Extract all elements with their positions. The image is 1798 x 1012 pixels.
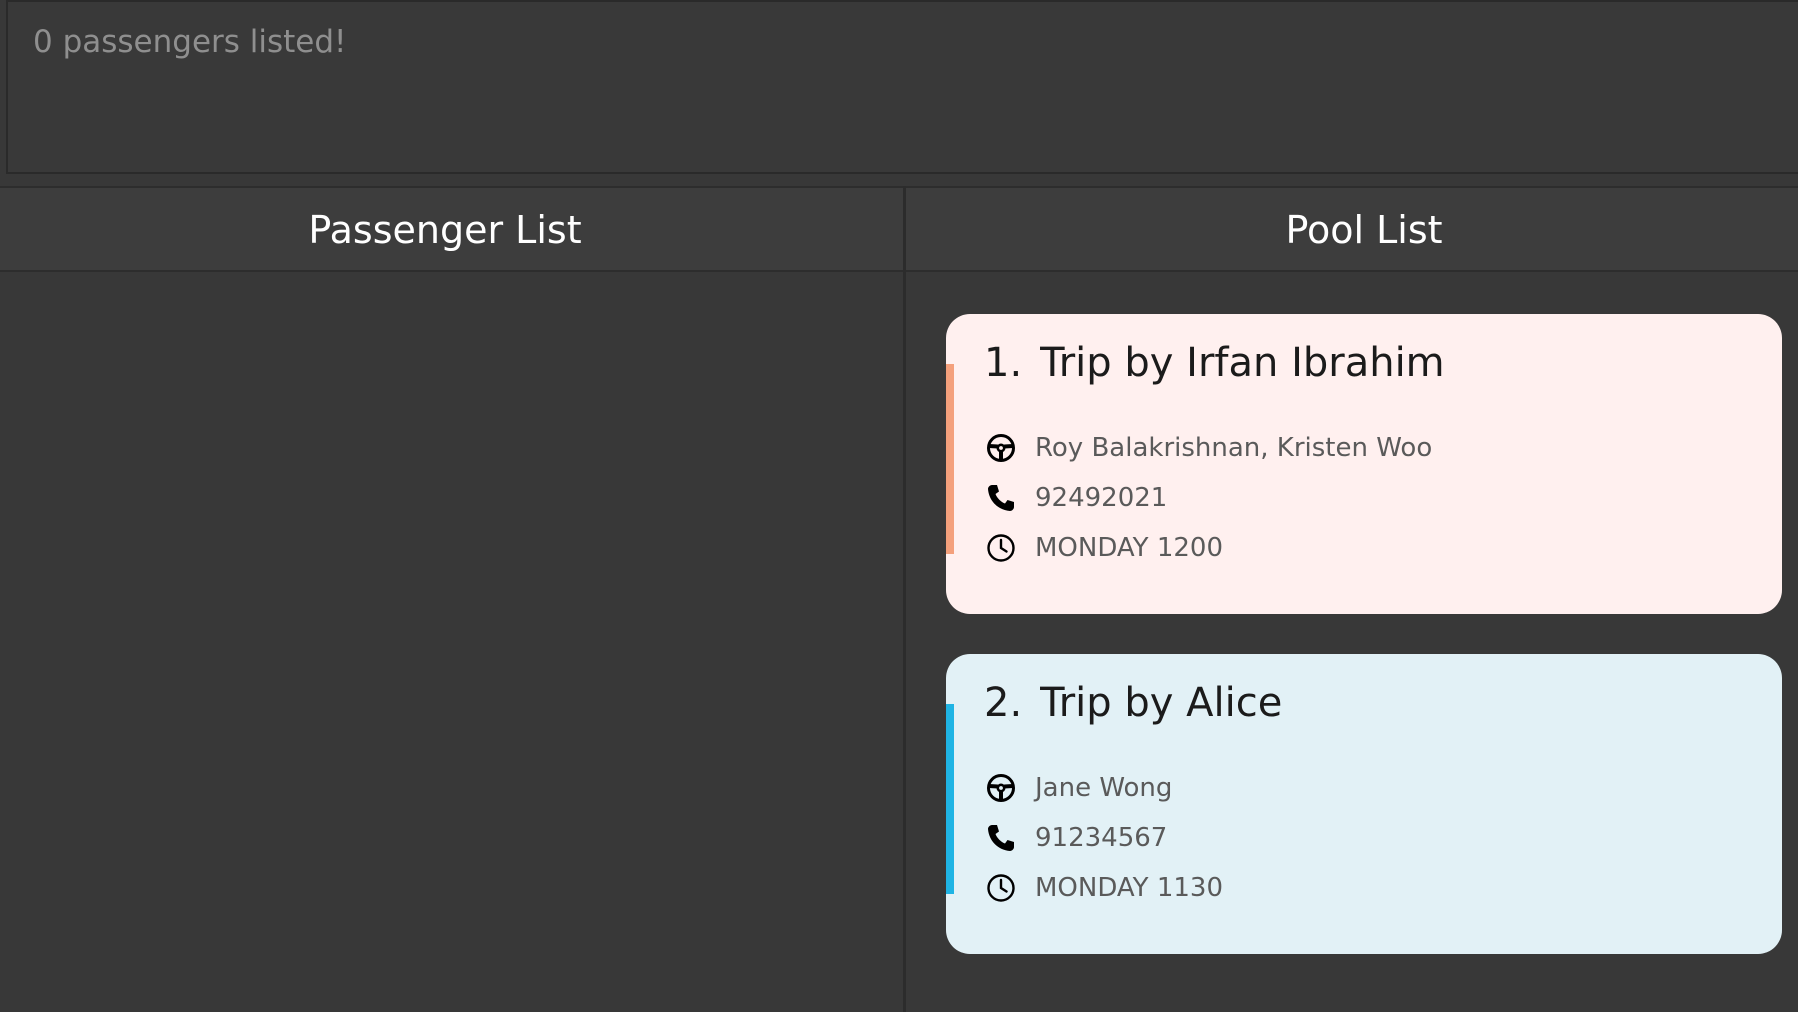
pool-card[interactable]: 2. Trip by Alice Jane Wong 91234567 MOND…: [946, 654, 1782, 954]
pool-list-title: Pool List: [1285, 208, 1443, 252]
pool-card-accent: [946, 704, 954, 894]
passenger-list-title: Passenger List: [308, 208, 582, 252]
clock-icon: [984, 871, 1018, 905]
pool-card-phone: 91234567: [1035, 823, 1168, 853]
steering-wheel-icon: [984, 771, 1018, 805]
pool-card-phone-row: 92492021: [984, 480, 1167, 516]
pool-card-time-row: MONDAY 1200: [984, 530, 1223, 566]
result-display: 0 passengers listed!: [6, 0, 1798, 174]
pool-card-passengers: Roy Balakrishnan, Kristen Woo: [1035, 433, 1433, 463]
pool-card[interactable]: 1. Trip by Irfan Ibrahim Roy Balakrishnan…: [946, 314, 1782, 614]
pool-list-panel[interactable]: 1. Trip by Irfan Ibrahim Roy Balakrishnan…: [906, 272, 1798, 1012]
pool-card-passengers: Jane Wong: [1035, 773, 1173, 803]
result-message: 0 passengers listed!: [33, 24, 347, 60]
list-headers: Passenger List Pool List: [0, 186, 1798, 272]
pool-card-time: MONDAY 1200: [1035, 533, 1223, 563]
phone-icon: [984, 821, 1018, 855]
passenger-list-panel[interactable]: [0, 272, 903, 1012]
pool-card-phone-row: 91234567: [984, 820, 1167, 856]
phone-icon: [984, 481, 1018, 515]
pool-card-trip-name: Trip by Alice: [1040, 680, 1283, 726]
pool-card-index: 1.: [984, 340, 1023, 386]
pool-card-title: 2. Trip by Alice: [984, 680, 1282, 726]
pool-card-trip-name: Trip by Irfan Ibrahim: [1040, 340, 1445, 386]
pool-card-passengers-row: Roy Balakrishnan, Kristen Woo: [984, 430, 1432, 466]
pool-card-title: 1. Trip by Irfan Ibrahim: [984, 340, 1445, 386]
pool-card-accent: [946, 364, 954, 554]
pool-card-passengers-row: Jane Wong: [984, 770, 1172, 806]
clock-icon: [984, 531, 1018, 565]
pool-card-phone: 92492021: [1035, 483, 1168, 513]
pool-card-time-row: MONDAY 1130: [984, 870, 1223, 906]
pool-card-index: 2.: [984, 680, 1023, 726]
pool-card-time: MONDAY 1130: [1035, 873, 1223, 903]
steering-wheel-icon: [984, 431, 1018, 465]
